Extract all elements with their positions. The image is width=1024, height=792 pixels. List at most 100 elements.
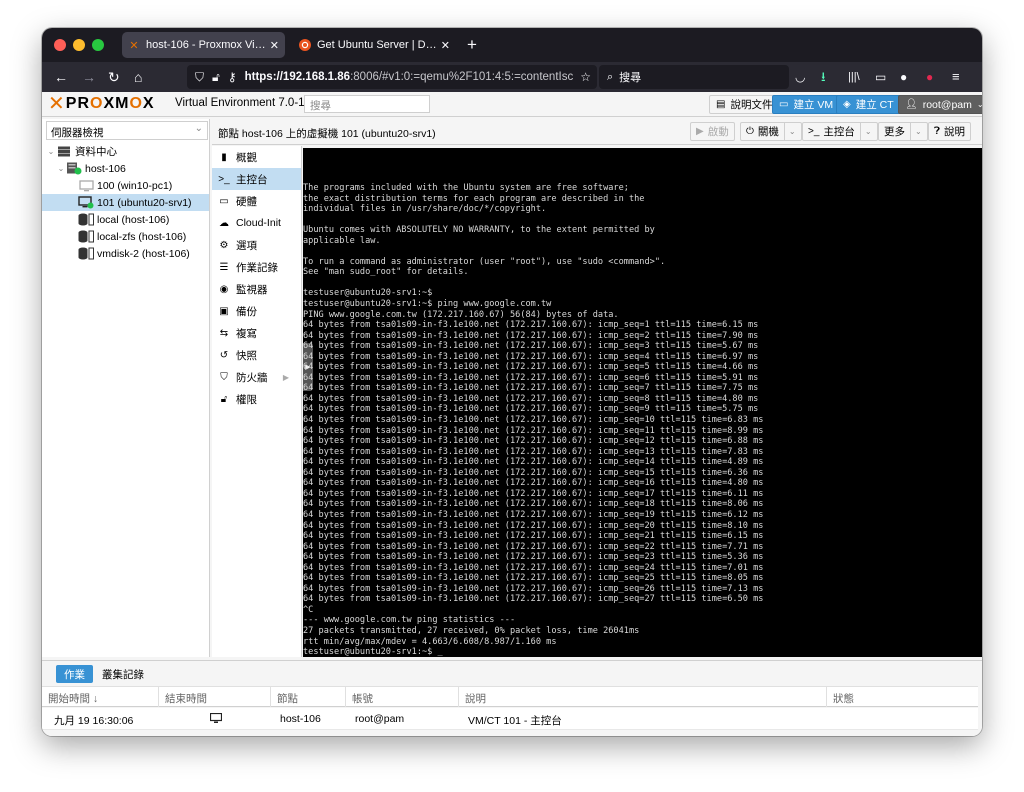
view-selector[interactable]: 伺服器檢視 ⌄ bbox=[46, 121, 208, 140]
console-line: Ubuntu comes with ABSOLUTELY NO WARRANTY… bbox=[303, 225, 655, 236]
menu-item-hardware[interactable]: ▭ 硬體 bbox=[212, 190, 301, 212]
console-line: 27 packets transmitted, 27 received, 0% … bbox=[303, 625, 640, 636]
column-description[interactable]: 說明 bbox=[459, 687, 827, 707]
menu-item-console[interactable]: >_ 主控台 bbox=[212, 168, 301, 190]
tree-item-storage-local-zfs[interactable]: local-zfs (host-106) bbox=[42, 228, 209, 245]
desktop-icon: ▭ bbox=[219, 195, 229, 207]
shield-icon[interactable]: ⛉ bbox=[195, 70, 204, 85]
menu-item-summary[interactable]: ▮ 概觀 bbox=[212, 146, 301, 168]
tree-item-vm-101[interactable]: 101 (ubuntu20-srv1) bbox=[42, 194, 209, 211]
console-line: 64 bytes from tsa01s09-in-f3.1e100.net (… bbox=[303, 531, 764, 542]
menu-item-cloud-init[interactable]: ☁ Cloud-Init bbox=[212, 212, 301, 234]
window-maximize-button[interactable] bbox=[92, 39, 104, 51]
lock-icon[interactable]: 🔓︎ bbox=[212, 70, 220, 85]
extension-red-icon[interactable]: ● bbox=[926, 68, 933, 86]
close-icon[interactable]: ✕ bbox=[270, 39, 279, 52]
back-icon[interactable]: ← bbox=[54, 68, 68, 86]
console-line: 64 bytes from tsa01s09-in-f3.1e100.net (… bbox=[303, 552, 764, 563]
menu-item-replication[interactable]: ⇆ 複寫 bbox=[212, 322, 301, 344]
menu-icon[interactable]: ≡ bbox=[952, 68, 960, 86]
user-menu-button[interactable]: 👤︎ root@pam ⌄ bbox=[898, 95, 982, 114]
url-bar[interactable]: ⛉ 🔓︎ ⚷ https://192.168.1.86:8006/#v1:0:=… bbox=[187, 65, 597, 89]
cell-start-time: 九月 19 16:30:06 bbox=[54, 715, 134, 727]
shutdown-button[interactable]: ⏻ 關機 ⌄ bbox=[740, 122, 802, 141]
home-icon[interactable]: ⌂ bbox=[134, 68, 142, 86]
menu-item-task-history[interactable]: ☰ 作業記錄 bbox=[212, 256, 301, 278]
menu-item-firewall[interactable]: ⛉ 防火牆 ▶ bbox=[212, 366, 301, 388]
create-ct-label: 建立 CT bbox=[855, 99, 894, 111]
chevron-down-icon[interactable]: ⌄ bbox=[783, 123, 796, 140]
menu-item-snapshots[interactable]: ↺ 快照 bbox=[212, 344, 301, 366]
menu-item-backup[interactable]: ▣ 備份 bbox=[212, 300, 301, 322]
create-ct-button[interactable]: ◈ 建立 CT bbox=[836, 95, 901, 114]
vm-menu: ▮ 概觀 >_ 主控台 ▭ 硬體 ☁ Cloud-Init ⚙ 選項 ☰ 作業記錄 ◉ 監視器… bbox=[212, 146, 302, 657]
column-start-time[interactable]: 開始時間 ↓ bbox=[42, 687, 159, 707]
bookmark-star-icon[interactable]: ☆ bbox=[580, 70, 591, 84]
unlock-icon: 🔓︎ bbox=[220, 393, 228, 405]
proxmox-icon: ✕ bbox=[129, 39, 139, 52]
vm-console[interactable]: ▶ The programs included with the Ubuntu … bbox=[303, 148, 982, 657]
library-icon[interactable]: |||\ bbox=[848, 68, 860, 86]
extension-icon[interactable]: ● bbox=[900, 68, 907, 86]
tree-item-vm-100[interactable]: 100 (win10-pc1) bbox=[42, 177, 209, 194]
menu-item-label: 權限 bbox=[236, 393, 257, 406]
user-icon: 👤︎ bbox=[905, 99, 918, 110]
console-line: 64 bytes from tsa01s09-in-f3.1e100.net (… bbox=[303, 362, 759, 373]
forward-icon[interactable]: → bbox=[82, 68, 96, 86]
new-tab-button[interactable]: + bbox=[467, 35, 477, 55]
console-line: 64 bytes from tsa01s09-in-f3.1e100.net (… bbox=[303, 404, 759, 415]
reload-icon[interactable]: ↻ bbox=[108, 68, 120, 86]
browser-search-input[interactable]: ⌕ 搜尋 bbox=[599, 65, 789, 89]
help-button[interactable]: ❓︎ 說明 bbox=[928, 122, 972, 141]
tree-item-host-106[interactable]: ⌄ host-106 bbox=[42, 160, 209, 177]
column-status[interactable]: 狀態 bbox=[827, 687, 978, 707]
tab-cluster-log[interactable]: 叢集記錄 bbox=[94, 665, 152, 683]
question-icon: ❓︎ bbox=[934, 126, 941, 137]
key-icon[interactable]: ⚷ bbox=[228, 70, 237, 84]
pocket-icon[interactable]: ◡ bbox=[795, 68, 805, 86]
menu-item-options[interactable]: ⚙ 選項 bbox=[212, 234, 301, 256]
menu-item-monitor[interactable]: ◉ 監視器 bbox=[212, 278, 301, 300]
chevron-down-icon[interactable]: ⌄ bbox=[859, 123, 872, 140]
start-button[interactable]: ▶ 啟動 bbox=[690, 122, 735, 141]
console-line: 64 bytes from tsa01s09-in-f3.1e100.net (… bbox=[303, 330, 759, 341]
tab-tasks[interactable]: 作業 bbox=[56, 665, 93, 683]
tree-item-storage-local[interactable]: local (host-106) bbox=[42, 211, 209, 228]
panel-toolbar: 節點 host-106 上的虛擬機 101 (ubuntu20-srv1) ▶ … bbox=[212, 119, 982, 145]
collapse-icon[interactable]: ⌄ bbox=[56, 164, 66, 173]
menu-item-permissions[interactable]: 🔓︎ 權限 bbox=[212, 388, 301, 410]
sidebar-icon[interactable]: ▭ bbox=[875, 68, 886, 86]
create-vm-button[interactable]: ▭ 建立 VM bbox=[772, 95, 841, 114]
console-line: 64 bytes from tsa01s09-in-f3.1e100.net (… bbox=[303, 520, 764, 531]
column-node[interactable]: 節點 bbox=[271, 687, 346, 707]
vm-stopped-icon bbox=[78, 179, 94, 192]
ubuntu-icon bbox=[299, 39, 311, 51]
console-line: 64 bytes from tsa01s09-in-f3.1e100.net (… bbox=[303, 436, 764, 447]
docs-button[interactable]: ▤ 說明文件 bbox=[709, 95, 780, 114]
tree-item-storage-vmdisk-2[interactable]: vmdisk-2 (host-106) bbox=[42, 245, 209, 262]
close-icon[interactable]: ✕ bbox=[441, 39, 450, 52]
menu-item-label: 選項 bbox=[236, 239, 257, 252]
pve-search-input[interactable]: 搜尋 bbox=[304, 95, 430, 113]
tree-item-label: vmdisk-2 (host-106) bbox=[97, 247, 190, 260]
download-icon[interactable]: ⭳ bbox=[821, 68, 826, 86]
browser-tab-ubuntu[interactable]: Get Ubuntu Server | Download | ✕ bbox=[293, 32, 456, 58]
table-row[interactable]: 九月 19 16:30:06 host-106 root@pam VM/CT 1… bbox=[42, 708, 978, 730]
shutdown-label: 關機 bbox=[757, 126, 779, 138]
more-button[interactable]: 更多 ⌄ bbox=[878, 122, 928, 141]
column-user[interactable]: 帳號 bbox=[346, 687, 459, 707]
console-line: 64 bytes from tsa01s09-in-f3.1e100.net (… bbox=[303, 583, 764, 594]
collapse-icon[interactable]: ⌄ bbox=[46, 147, 56, 156]
window-minimize-button[interactable] bbox=[73, 39, 85, 51]
window-close-button[interactable] bbox=[54, 39, 66, 51]
console-button[interactable]: >_ 主控台 ⌄ bbox=[802, 122, 878, 141]
browser-tab-proxmox[interactable]: ✕ host-106 - Proxmox Virtual Envi ✕ bbox=[122, 32, 285, 58]
menu-item-label: 監視器 bbox=[236, 283, 268, 296]
docs-label: 說明文件 bbox=[730, 99, 773, 111]
menu-item-label: 備份 bbox=[236, 305, 257, 318]
task-log-tabs: 作業 叢集記錄 bbox=[42, 661, 982, 685]
tree-item-label: 資料中心 bbox=[75, 146, 117, 158]
tree-item-datacenter[interactable]: ⌄ 資料中心 bbox=[42, 143, 209, 160]
column-end-time[interactable]: 結束時間 bbox=[159, 687, 271, 707]
console-line: 64 bytes from tsa01s09-in-f3.1e100.net (… bbox=[303, 509, 764, 520]
